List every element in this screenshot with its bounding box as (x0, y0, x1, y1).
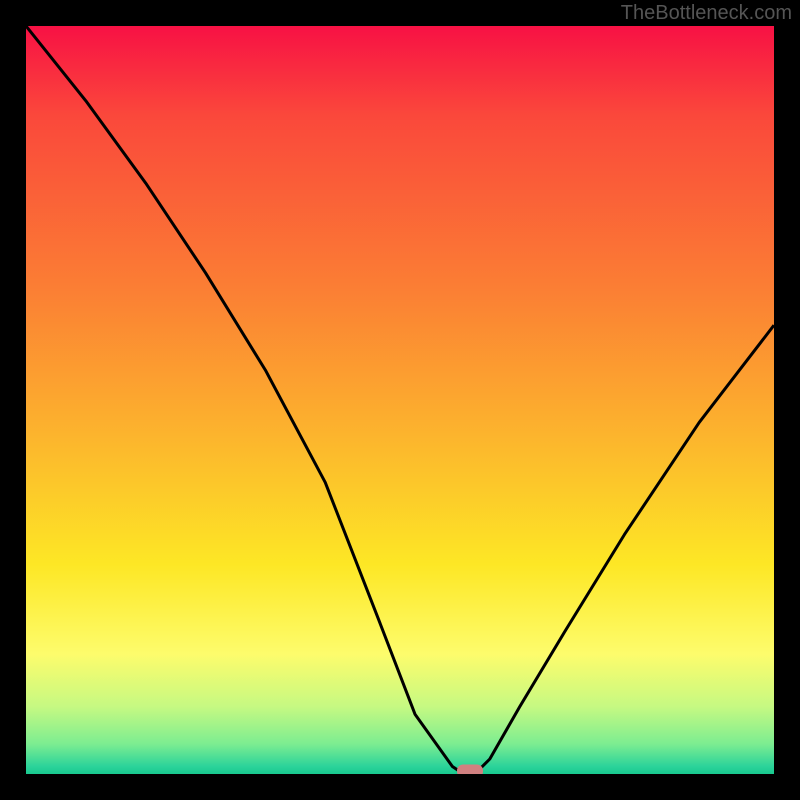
bottleneck-curve (26, 26, 774, 774)
chart-plot-area (26, 26, 774, 774)
watermark-text: TheBottleneck.com (621, 2, 792, 25)
optimal-point-marker (457, 765, 483, 775)
